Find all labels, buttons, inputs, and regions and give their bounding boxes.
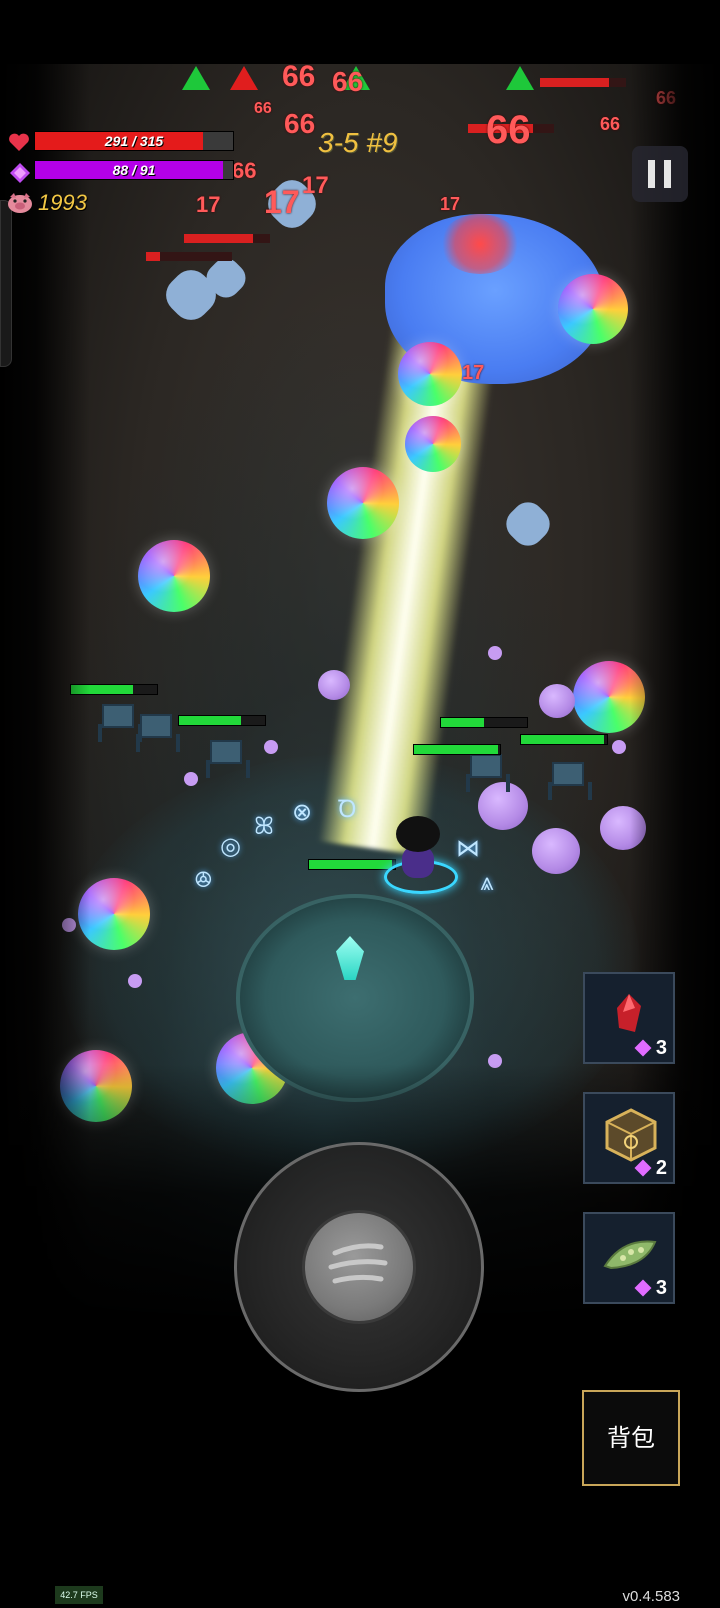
piggy-bank-icon [6,191,34,215]
item-slot-green-leaf[interactable]: 3 [583,1212,675,1304]
ally-health-bar [440,717,528,728]
ally-health-bar [520,734,608,745]
damage-number: 17 [302,172,329,199]
backpack-button[interactable]: 背包 [582,1390,680,1486]
rainbow-orb [558,274,628,344]
damage-number: 66 [486,108,531,152]
rune-glyph: ꔮ [194,866,213,894]
pause-icon [648,160,655,188]
ally-health-bar [178,715,266,726]
damage-number: 17 [264,184,300,220]
purple-particle [184,772,198,786]
rune-glyph: ⊗ [292,798,313,826]
rune-glyph: ꕤ [254,812,274,840]
robot-ally [546,762,592,800]
rainbow-orb [405,416,461,472]
mp-bar: 88 / 91 [34,160,234,180]
gem-cost-icon [634,1159,652,1177]
purple-particle [128,974,142,988]
hp-text: 291 / 315 [104,133,164,149]
damage-cluster [440,214,520,274]
rune-glyph: ⩓ [480,868,494,896]
item-slot-red-crystal[interactable]: 3 [583,972,675,1064]
damage-number: 66 [254,100,272,117]
ally-health-bar [413,744,501,755]
gem-cost-icon [634,1039,652,1057]
offscreen-ally-marker [182,66,210,90]
robot-ally [134,714,180,752]
offscreen-ally-marker [506,66,534,90]
rainbow-orb [138,540,210,612]
pause-icon [664,160,671,188]
damage-number: 17 [462,362,485,384]
damage-number: 66 [282,64,316,93]
damage-number: 66 [600,114,621,134]
ice-spider-enemy [499,495,557,553]
robot-ally [464,754,510,792]
rune-glyph: ⋈ [456,834,480,862]
robot-ally [96,704,142,742]
pause-button[interactable] [632,146,688,202]
version-label: v0.4.583 [622,1588,680,1605]
claw-marks-icon [328,1243,388,1284]
damage-number: 66 [232,158,257,183]
ally-health-bar [308,859,396,870]
damage-number: 17 [196,192,221,217]
player-hero [384,816,458,894]
purple-slime [532,828,580,874]
robot-ally [204,740,250,778]
purple-particle [612,740,626,754]
purple-slime [318,670,350,700]
item-slot-golden-cube[interactable]: 2 [583,1092,675,1184]
enemy-health-bar [146,252,232,261]
hp-bar: 291 / 315 [34,131,234,151]
rune-glyph: ◎ [220,832,241,860]
purple-particle [264,740,278,754]
enemy-health-bar [184,234,270,243]
mp-text: 88 / 91 [112,162,156,178]
golden-cube-icon [605,1108,657,1162]
green-leaf-icon [603,1240,657,1270]
damage-number: 66 [284,108,316,139]
side-drawer-handle[interactable] [0,200,12,367]
red-crystal-icon [617,994,641,1032]
purple-slime [539,684,575,718]
enemy-health-bar [540,78,626,87]
rainbow-orb [398,342,462,406]
fps-counter: 42.7 FPS [55,1586,103,1604]
purple-particle [488,646,502,660]
rune-glyph: Ꝺ [338,795,357,823]
heart-icon [8,132,30,152]
damage-number: 17 [440,194,461,214]
coin-counter: 1993 [38,190,87,215]
damage-number: 66 [332,66,364,97]
mana-gem-icon [9,162,31,184]
item-count: 3 [655,1277,667,1299]
rainbow-orb [327,467,399,539]
stage-indicator: 3-5 #9 [318,127,398,158]
offscreen-enemy-marker [230,66,258,90]
item-count: 2 [655,1157,667,1179]
joystick-thumb[interactable] [302,1210,416,1324]
gem-cost-icon [634,1279,652,1297]
item-count: 3 [655,1037,667,1059]
